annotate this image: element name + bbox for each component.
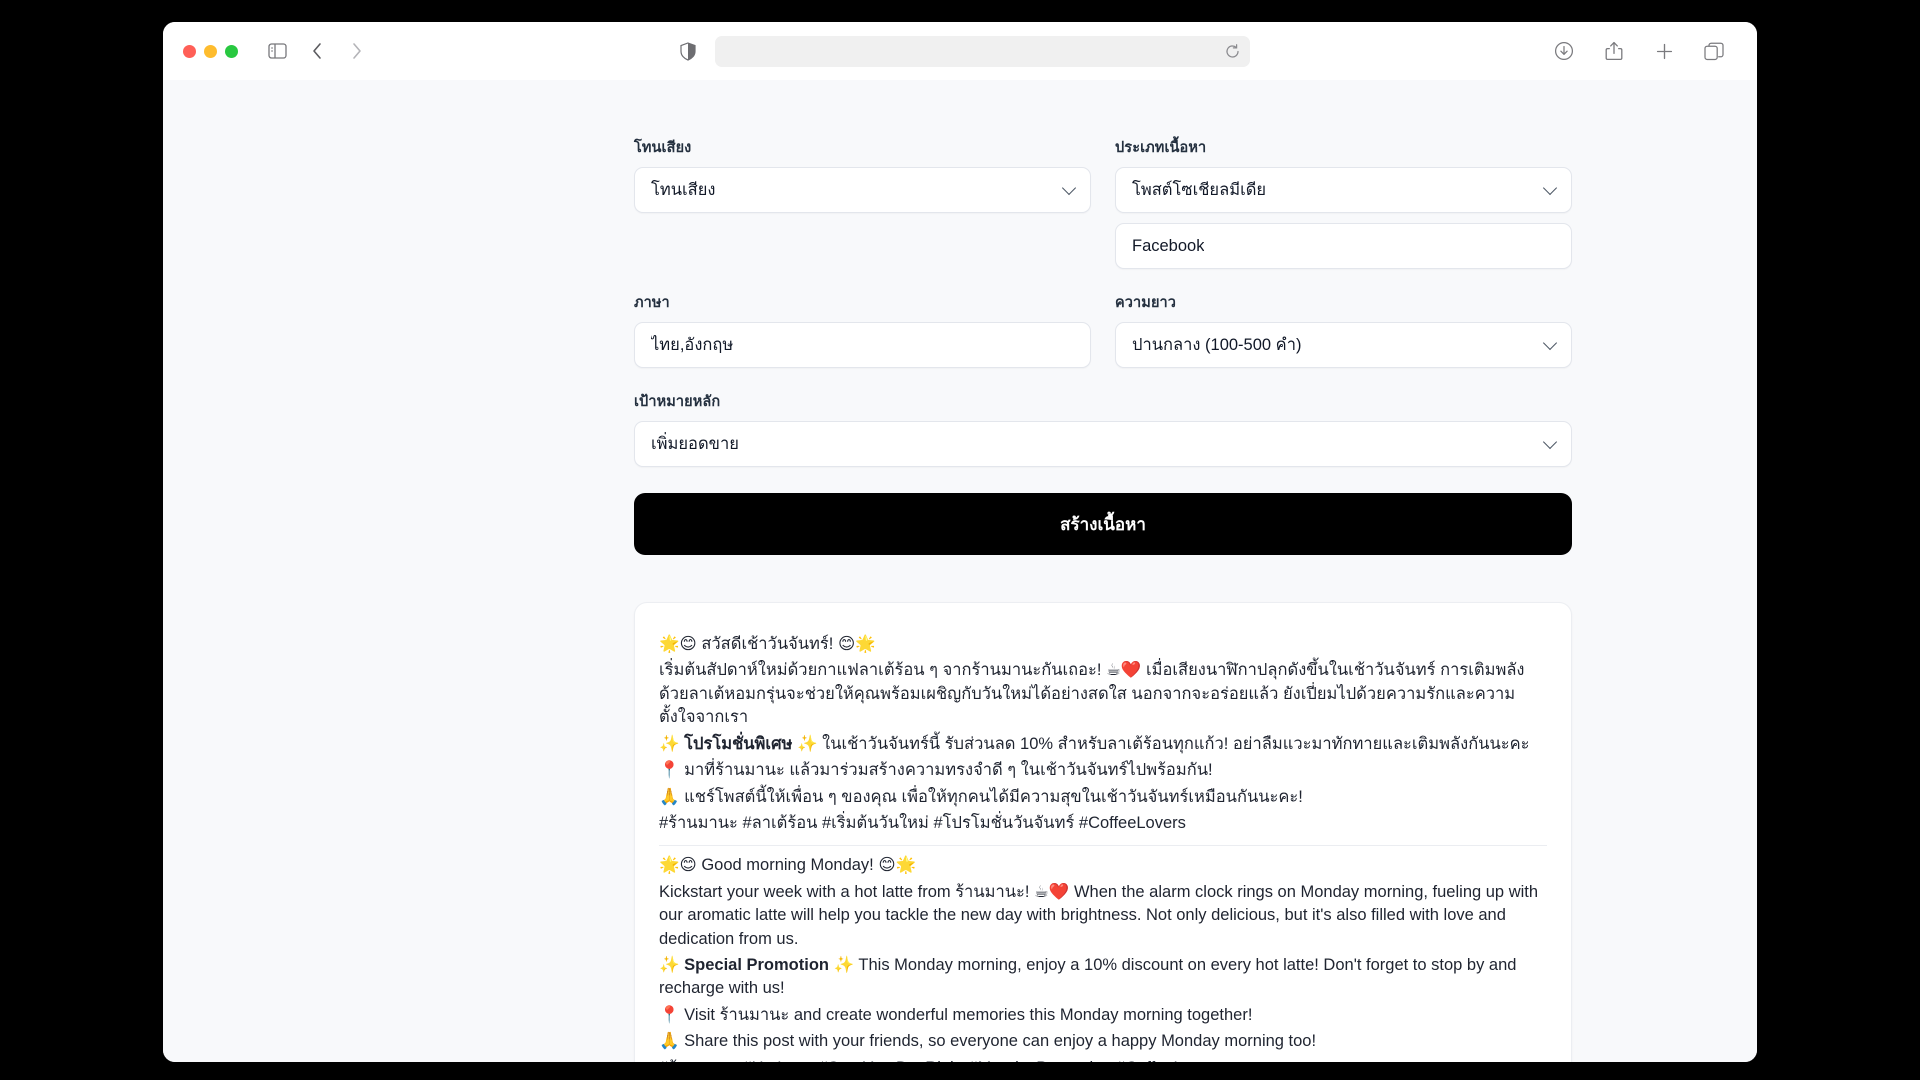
field-goal: เป้าหมายหลัก เพิ่มยอดขาย — [634, 390, 1572, 467]
language-input[interactable]: ไทย,อังกฤษ — [634, 322, 1091, 368]
address-bar[interactable] — [715, 35, 1250, 67]
thai-heading: 🌟😊 สวัสดีเช้าวันจันทร์! 😊🌟 — [659, 635, 876, 653]
language-label: ภาษา — [634, 295, 670, 311]
tone-label: โทนเสียง — [634, 140, 692, 156]
english-promotion-line: ✨ Special Promotion ✨ This Monday mornin… — [659, 954, 1547, 1001]
page-viewport: โทนเสียง โทนเสียง ประเภทเนื้อหา โพสต์โซเ… — [163, 80, 1757, 1062]
tab-overview-icon[interactable] — [1697, 34, 1731, 68]
generated-content-card: 🌟😊 สวัสดีเช้าวันจันทร์! 😊🌟 เริ่มต้นสัปดา… — [634, 602, 1572, 1062]
content-column: โทนเสียง โทนเสียง ประเภทเนื้อหา โพสต์โซเ… — [634, 136, 1572, 1062]
field-tone: โทนเสียง โทนเสียง — [634, 136, 1091, 269]
window-controls — [183, 44, 238, 58]
length-label: ความยาว — [1115, 295, 1177, 311]
content-type-select-value: โพสต์โซเชียลมีเดีย — [1132, 181, 1267, 199]
plus-icon[interactable] — [1647, 34, 1681, 68]
close-window-button[interactable] — [183, 44, 196, 58]
tone-select-value: โทนเสียง — [651, 181, 716, 199]
english-paragraph: Kickstart your week with a hot latte fro… — [659, 882, 1539, 948]
thai-promo-rest: ✨ ในเช้าวันจันทร์นี้ รับส่วนลด 10% สำหรั… — [792, 734, 1530, 753]
thai-hashtags: #ร้านมานะ #ลาเต้ร้อน #เริ่มต้นวันใหม่ #โ… — [659, 813, 1186, 832]
english-promo-bold: Special Promotion — [684, 956, 829, 975]
thai-paragraph: เริ่มต้นสัปดาห์ใหม่ด้วยกาแฟลาเต้ร้อน ๆ จ… — [659, 661, 1525, 727]
downloads-icon[interactable] — [1547, 34, 1581, 68]
thai-promotion-line: ✨ โปรโมชั่นพิเศษ ✨ ในเช้าวันจันทร์นี้ รั… — [659, 733, 1547, 756]
thai-promo-prefix: ✨ — [659, 734, 685, 753]
field-content-type: ประเภทเนื้อหา โพสต์โซเชียลมีเดีย Faceboo… — [1115, 136, 1572, 269]
platform-input-value: Facebook — [1132, 236, 1205, 255]
generate-content-button[interactable]: สร้างเนื้อหา — [634, 493, 1572, 555]
generated-content-body: 🌟😊 สวัสดีเช้าวันจันทร์! 😊🌟 เริ่มต้นสัปดา… — [659, 633, 1547, 1062]
length-select-value: ปานกลาง (100-500 คำ) — [1132, 336, 1302, 354]
english-promo-prefix: ✨ — [659, 956, 685, 975]
privacy-shield-icon[interactable] — [671, 34, 705, 68]
thai-share-line: 🙏 แชร์โพสต์นี้ให้เพื่อน ๆ ของคุณ เพื่อให… — [659, 787, 1303, 806]
goal-label: เป้าหมายหลัก — [634, 394, 721, 410]
content-generator-form: โทนเสียง โทนเสียง ประเภทเนื้อหา โพสต์โซเ… — [634, 136, 1572, 555]
maximize-window-button[interactable] — [225, 44, 238, 58]
thai-promo-bold: โปรโมชั่นพิเศษ — [684, 734, 793, 753]
forward-chevron-icon[interactable] — [340, 34, 374, 68]
english-share-line: 🙏 Share this post with your friends, so … — [659, 1032, 1317, 1051]
minimize-window-button[interactable] — [204, 44, 217, 58]
browser-toolbar — [163, 22, 1757, 80]
field-length: ความยาว ปานกลาง (100-500 คำ) — [1115, 291, 1572, 368]
sidebar-icon[interactable] — [260, 34, 294, 68]
reload-icon[interactable] — [1225, 43, 1240, 59]
english-hashtags: #ร้านมานะ #HotLatte #StartYourDayRight #… — [659, 1057, 1547, 1062]
language-divider — [659, 845, 1547, 847]
language-input-value: ไทย,อังกฤษ — [651, 336, 734, 354]
goal-select-value: เพิ่มยอดขาย — [651, 435, 739, 453]
content-type-label: ประเภทเนื้อหา — [1115, 140, 1207, 156]
platform-input[interactable]: Facebook — [1115, 223, 1572, 269]
page-content: โทนเสียง โทนเสียง ประเภทเนื้อหา โพสต์โซเ… — [163, 80, 1757, 1062]
tone-select[interactable]: โทนเสียง — [634, 167, 1091, 213]
back-chevron-icon[interactable] — [300, 34, 334, 68]
goal-select[interactable]: เพิ่มยอดขาย — [634, 421, 1572, 467]
thai-visit-line: 📍 มาที่ร้านมานะ แล้วมาร่วมสร้างความทรงจำ… — [659, 761, 1213, 780]
toolbar-right-actions — [1547, 34, 1737, 68]
field-language: ภาษา ไทย,อังกฤษ — [634, 291, 1091, 368]
share-icon[interactable] — [1597, 34, 1631, 68]
browser-window: โทนเสียง โทนเสียง ประเภทเนื้อหา โพสต์โซเ… — [163, 22, 1757, 1062]
length-select[interactable]: ปานกลาง (100-500 คำ) — [1115, 322, 1572, 368]
navigation-buttons — [300, 34, 374, 68]
english-visit-line: 📍 Visit ร้านมานะ and create wonderful me… — [659, 1005, 1253, 1024]
english-heading: 🌟😊 Good morning Monday! 😊🌟 — [659, 856, 917, 875]
content-type-select[interactable]: โพสต์โซเชียลมีเดีย — [1115, 167, 1572, 213]
